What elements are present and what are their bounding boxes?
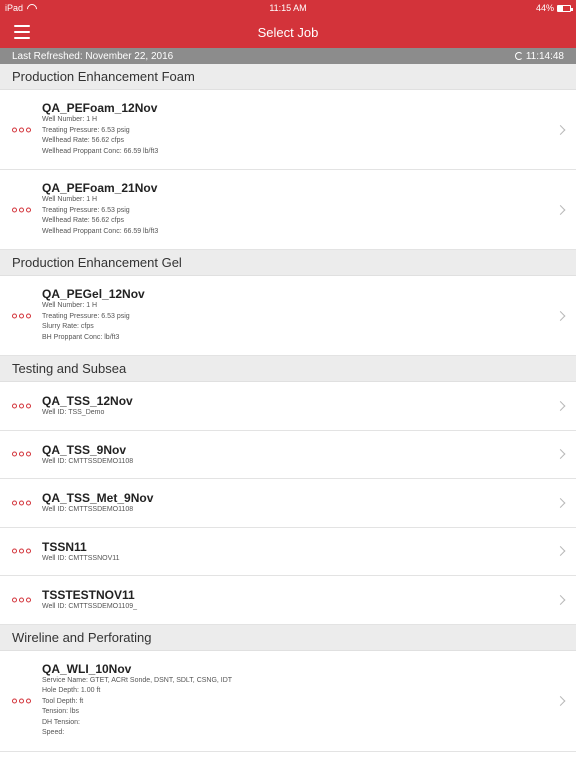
refresh-icon	[514, 52, 523, 60]
job-detail: Wellhead Proppant Conc: 66.59 lb/ft3	[42, 227, 159, 235]
job-detail: Well Number: 1 H	[42, 196, 98, 203]
job-detail: Well ID: CMTTSSDEMO1109_	[42, 603, 138, 610]
status-time: 11:15 AM	[269, 3, 307, 13]
job-list[interactable]: Production Enhancement Foam QA_PEFoam_12N…	[0, 64, 576, 768]
job-detail: Service Name: GTET, ACRt Sonde, DSNT, SD…	[42, 676, 233, 684]
hamburger-menu-icon[interactable]	[14, 25, 30, 39]
section-header: Production Enhancement Gel	[0, 250, 576, 276]
job-detail: Well ID: CMTTSSDEMO1108	[42, 506, 134, 513]
job-row[interactable]: TSSTESTNOV11 Well ID: CMTTSSDEMO1109_	[0, 576, 576, 625]
job-status-dots-icon	[12, 500, 31, 506]
job-detail: Hole Depth: 1.00 ft	[42, 687, 101, 694]
job-name: QA_PEFoam_21Nov	[42, 181, 158, 195]
job-row[interactable]: QA_PEFoam_21Nov Well Number: 1 H Treating …	[0, 170, 576, 250]
job-name: QA_TSS_9Nov	[42, 442, 127, 457]
status-bar: iPad 11:15 AM 44%	[0, 0, 576, 16]
battery-icon	[557, 4, 573, 12]
job-name: TSSTESTNOV11	[42, 588, 135, 602]
section-header: Production Enhancement Foam	[0, 64, 576, 90]
job-name: TSSN11	[42, 539, 87, 554]
refresh-bar: Last Refreshed: November 22, 2016 11:14:…	[0, 48, 576, 64]
job-status-dots-icon	[12, 548, 31, 554]
job-detail: Slurry Rate: cfps	[42, 323, 94, 330]
last-refreshed-date: November 22, 2016	[85, 50, 174, 62]
battery-percent: 44%	[535, 3, 554, 13]
job-detail: Treating Pressure: 6.53 psig	[42, 312, 130, 320]
page-title: Select Job	[257, 24, 319, 40]
job-detail: DH Tension:	[42, 718, 81, 726]
last-refreshed-time: 11:14:48	[525, 50, 564, 62]
job-detail: Treating Pressure: 6.53 psig	[42, 126, 130, 134]
job-status-dots-icon	[12, 403, 31, 409]
job-detail: Well ID: CMTTSSDEMO1108	[42, 457, 134, 465]
section-header: Wireline and Perforating	[0, 624, 576, 651]
job-row[interactable]: TSSN11 Well ID: CMTTSSNOV11	[0, 527, 576, 576]
job-detail: Well Number: 1 H	[42, 302, 98, 309]
job-row[interactable]: QA_TSS_9Nov Well ID: CMTTSSDEMO1108	[0, 430, 576, 479]
job-row[interactable]: QA_PEGel_12Nov Well Number: 1 H Treating P…	[0, 276, 576, 356]
job-status-dots-icon	[12, 597, 31, 603]
refresh-button[interactable]: 11:14:48	[514, 50, 564, 62]
app-header: iPad 11:15 AM 44% Select Job	[0, 0, 576, 48]
job-detail: Wellhead Rate: 56.62 cfps	[42, 137, 124, 144]
job-name: QA_TSS_12Nov	[42, 394, 133, 408]
job-name: QA_PEFoam_12Nov	[42, 101, 158, 115]
job-status-dots-icon	[12, 207, 31, 212]
job-row[interactable]: QA_TSS_Met_9Nov Well ID: CMTTSSDEMO1108	[0, 479, 576, 528]
job-detail: Speed:	[42, 729, 65, 736]
job-status-dots-icon	[12, 313, 31, 318]
navbar: Select Job	[0, 16, 576, 48]
job-detail: Tension: lbs	[42, 708, 79, 715]
job-row[interactable]: QA_TSS_12Nov Well ID: TSS_Demo	[0, 382, 576, 431]
section-header: Testing and Subsea	[0, 356, 576, 382]
job-row[interactable]: QA_WLI_10Nov Service Name: GTET, ACRt Son…	[0, 650, 576, 752]
job-row[interactable]: QA_PEFoam_12Nov Well Number: 1 H Treating …	[0, 90, 576, 170]
last-refreshed-label: Last Refreshed:	[12, 50, 83, 62]
job-status-dots-icon	[12, 698, 31, 703]
job-detail: Well ID: CMTTSSNOV11	[42, 554, 120, 562]
job-detail: Well Number: 1 H	[42, 116, 98, 123]
job-status-dots-icon	[12, 127, 31, 132]
job-detail: Wellhead Rate: 56.62 cfps	[42, 217, 124, 224]
job-detail: Well ID: TSS_Demo	[42, 409, 105, 416]
job-detail: BH Proppant Conc: lb/ft3	[42, 333, 120, 341]
job-detail: Wellhead Proppant Conc: 66.59 lb/ft3	[42, 147, 159, 155]
job-name: QA_TSS_Met_9Nov	[42, 491, 154, 505]
job-name: QA_WLI_10Nov	[42, 661, 132, 676]
job-status-dots-icon	[12, 451, 31, 457]
job-detail: Treating Pressure: 6.53 psig	[42, 206, 130, 214]
job-name: QA_PEGel_12Nov	[42, 287, 145, 301]
job-detail: Tool Depth: ft	[42, 697, 84, 705]
